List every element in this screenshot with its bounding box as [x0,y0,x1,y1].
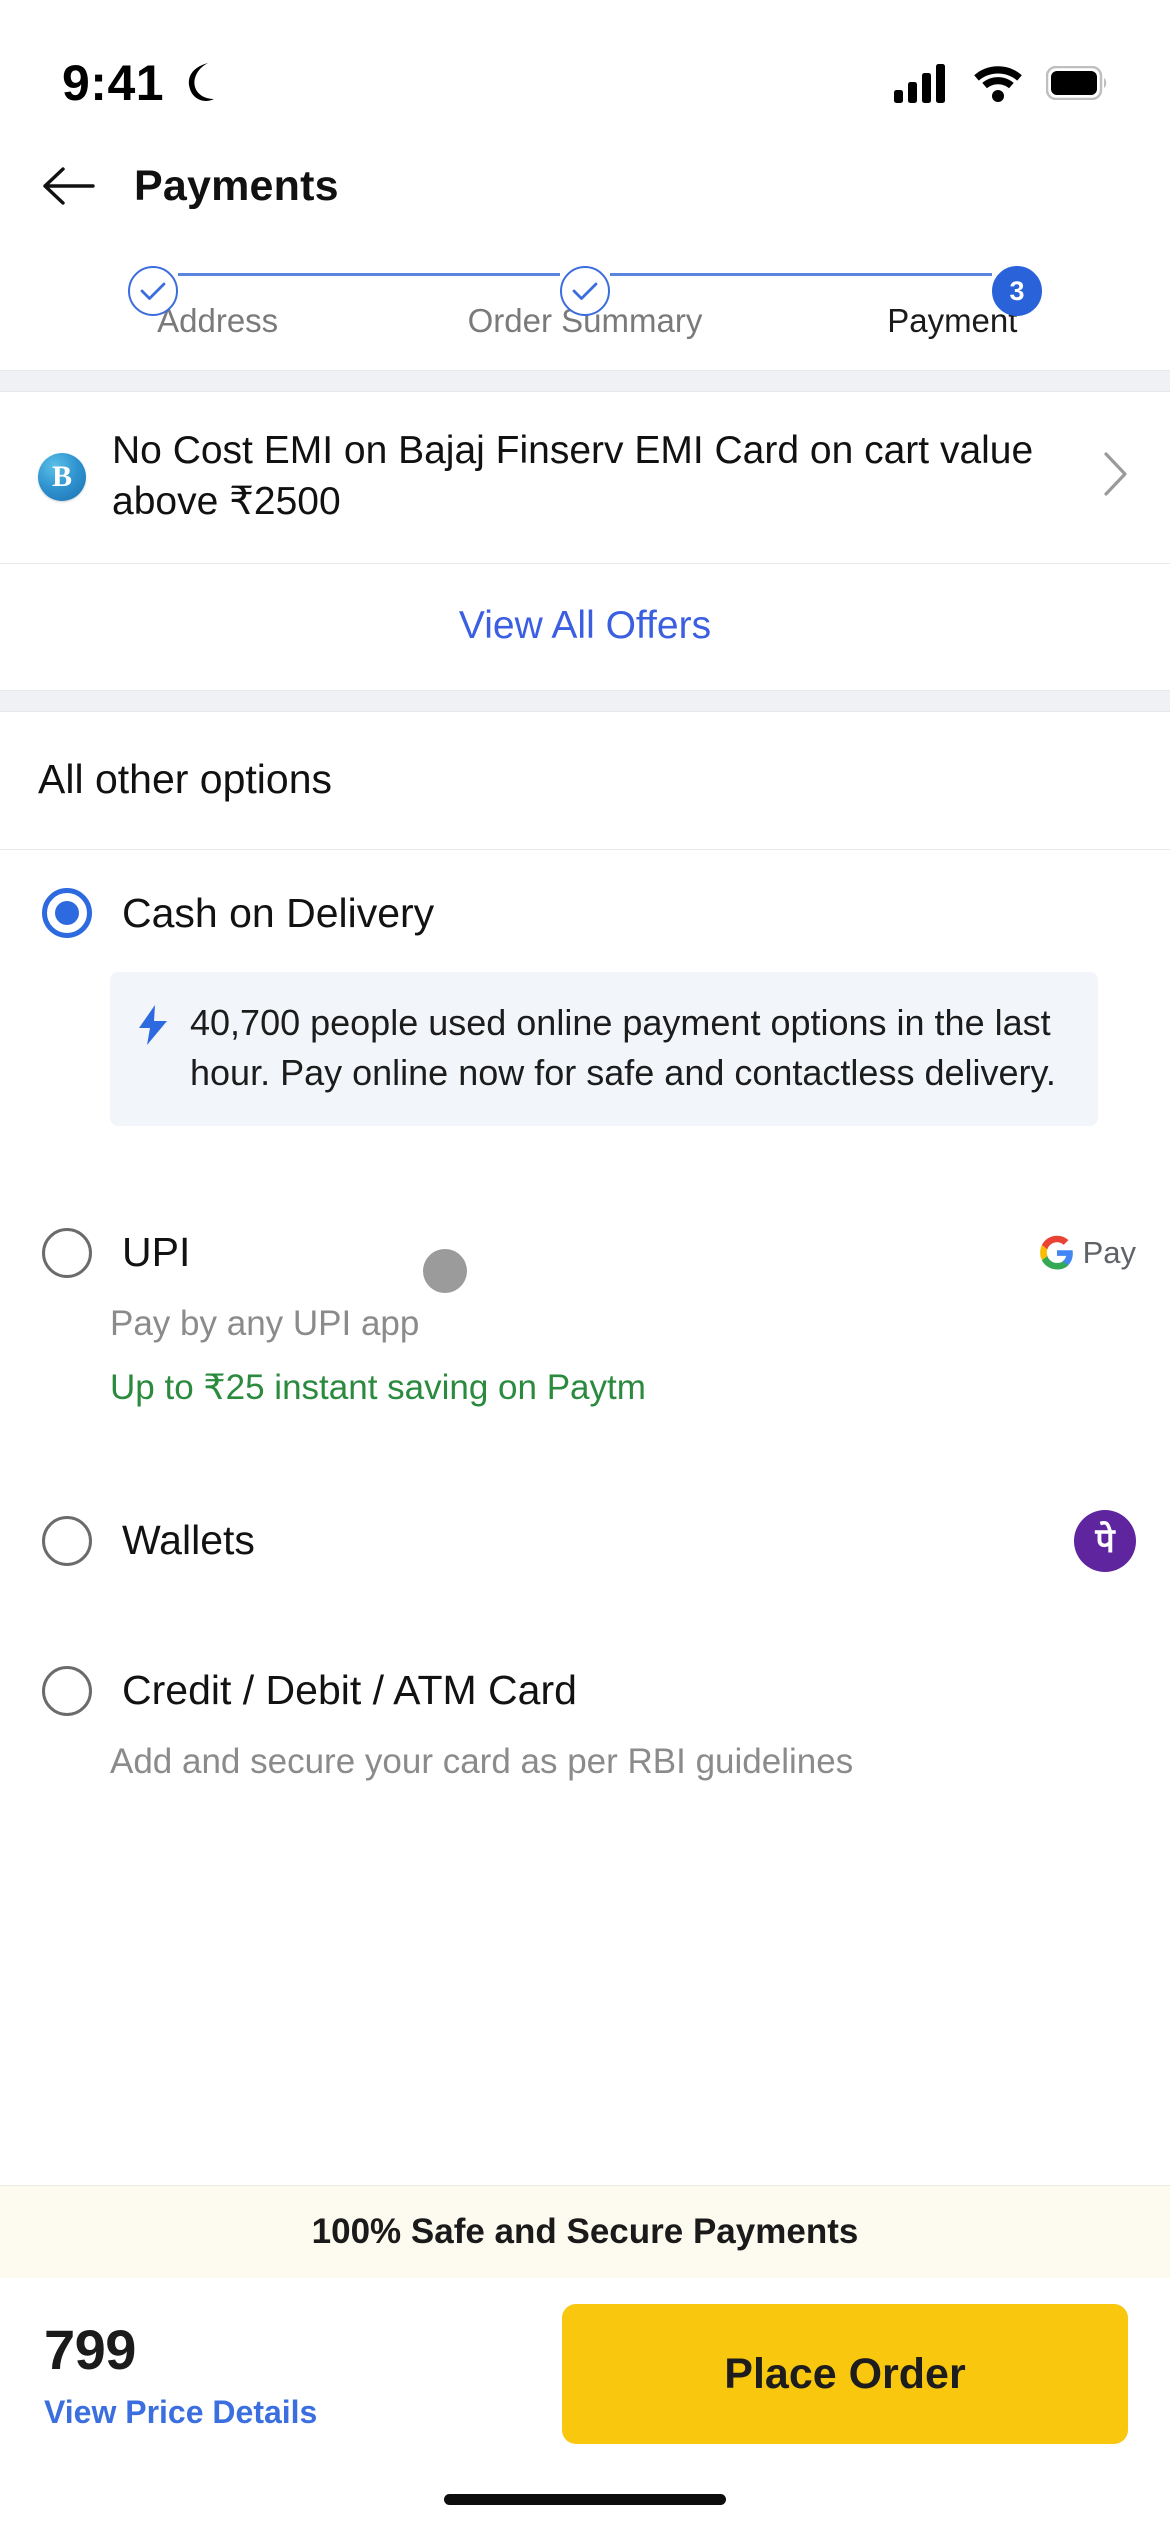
status-bar-left: 9:41 [62,54,218,112]
spacer-after-cod [0,1125,1170,1190]
lightning-bolt-icon [139,1005,167,1046]
radio-card[interactable] [42,1665,92,1716]
place-order-button[interactable]: Place Order [562,2304,1128,2444]
card-subtitle: Add and secure your card as per RBI guid… [110,1741,854,1781]
phonepe-icon: पे [1074,1509,1136,1572]
bajaj-finserv-icon: B [38,452,86,501]
wifi-icon [974,66,1022,102]
offer-chevron[interactable] [1102,451,1140,502]
spacer-after-wallets [0,1571,1170,1628]
upi-row[interactable]: UPI Pay [0,1190,1170,1278]
upi-subtitle: Pay by any UPI app [110,1303,420,1343]
arrow-left-icon [43,167,95,205]
status-bar: 9:41 [0,0,1170,132]
radio-cash-on-delivery[interactable] [42,888,92,939]
price-block: 799 View Price Details [44,2317,317,2431]
crescent-moon-icon [188,63,215,101]
google-g-icon [1039,1235,1073,1270]
spacer-after-upi [0,1407,1170,1472]
home-indicator-area [0,2466,1170,2532]
cod-row[interactable]: Cash on Delivery [0,850,1170,939]
radio-wallets[interactable] [42,1515,92,1566]
label-upi: UPI [122,1229,191,1276]
label-wallets: Wallets [122,1517,255,1564]
stepper-node-payment[interactable]: 3 [992,266,1042,316]
payment-option-cash-on-delivery[interactable]: Cash on Delivery 40,700 people used onli… [0,850,1170,1126]
phonepe-glyph: पे [1095,1520,1115,1561]
radio-upi[interactable] [42,1227,92,1278]
view-price-details-link[interactable]: View Price Details [44,2394,317,2431]
label-cash-on-delivery: Cash on Delivery [122,889,435,936]
bottom-bar: 100% Safe and Secure Payments 799 View P… [0,2185,1170,2532]
battery-full-icon [1046,66,1107,100]
price-amount: 799 [44,2318,136,2381]
payments-screen: 9:41 Payments 3 Address Order Summary Pa… [0,0,1170,2532]
cod-info-text: 40,700 people used online payment option… [190,1002,1056,1094]
check-icon [140,282,166,300]
safe-secure-banner: 100% Safe and Secure Payments [0,2185,1170,2278]
payment-option-wallets[interactable]: Wallets पे [0,1471,1170,1572]
google-pay-label: Pay [1082,1234,1136,1270]
offer-text: No Cost EMI on Bajaj Finserv EMI Card on… [112,429,1034,523]
wallets-brand-marks: पे [1074,1509,1136,1572]
status-bar-right [894,63,1108,103]
stepper-connector-2 [610,272,992,276]
offer-banner[interactable]: B No Cost EMI on Bajaj Finserv EMI Card … [0,392,1170,564]
stepper-label-payment: Payment [887,302,1018,339]
step-number-payment: 3 [992,266,1042,316]
stepper-node-address[interactable] [128,266,178,316]
page-title: Payments [134,161,339,210]
stepper-nodes: 3 [0,266,1170,316]
label-card: Credit / Debit / ATM Card [122,1667,577,1714]
step-check-icon-address [128,266,178,316]
app-header: Payments [0,132,1170,240]
google-pay-icon: Pay [1039,1235,1136,1271]
step-check-icon-order-summary [560,266,610,316]
checkout-stepper: 3 Address Order Summary Payment [0,240,1170,370]
check-icon [572,282,598,300]
payment-option-card[interactable]: Credit / Debit / ATM Card Add and secure… [0,1627,1170,1782]
wallets-row[interactable]: Wallets पे [0,1472,1170,1572]
back-button[interactable] [40,158,96,214]
payment-option-upi[interactable]: UPI Pay Pay by any UPI app Up to ₹25 ins… [0,1189,1170,1408]
section-divider-1 [0,370,1170,392]
cod-info-banner: 40,700 people used online payment option… [110,972,1098,1126]
upi-saving-text: Up to ₹25 instant saving on Paytm [110,1367,646,1407]
card-row[interactable]: Credit / Debit / ATM Card [0,1628,1170,1716]
stepper-label-address: Address [157,302,279,339]
stepper-node-order-summary[interactable] [560,266,610,316]
section-divider-2 [0,690,1170,713]
cellular-signal-icon [894,64,945,103]
chevron-right-icon [1104,452,1127,496]
home-indicator [444,2493,726,2505]
status-time: 9:41 [62,55,165,111]
view-all-offers-link[interactable]: View All Offers [0,564,1170,691]
checkout-bar: 799 View Price Details Place Order [0,2278,1170,2466]
all-other-options-heading: All other options [0,712,1170,850]
stepper-connector-1 [178,272,560,276]
upi-brand-marks: Pay [1039,1235,1136,1271]
